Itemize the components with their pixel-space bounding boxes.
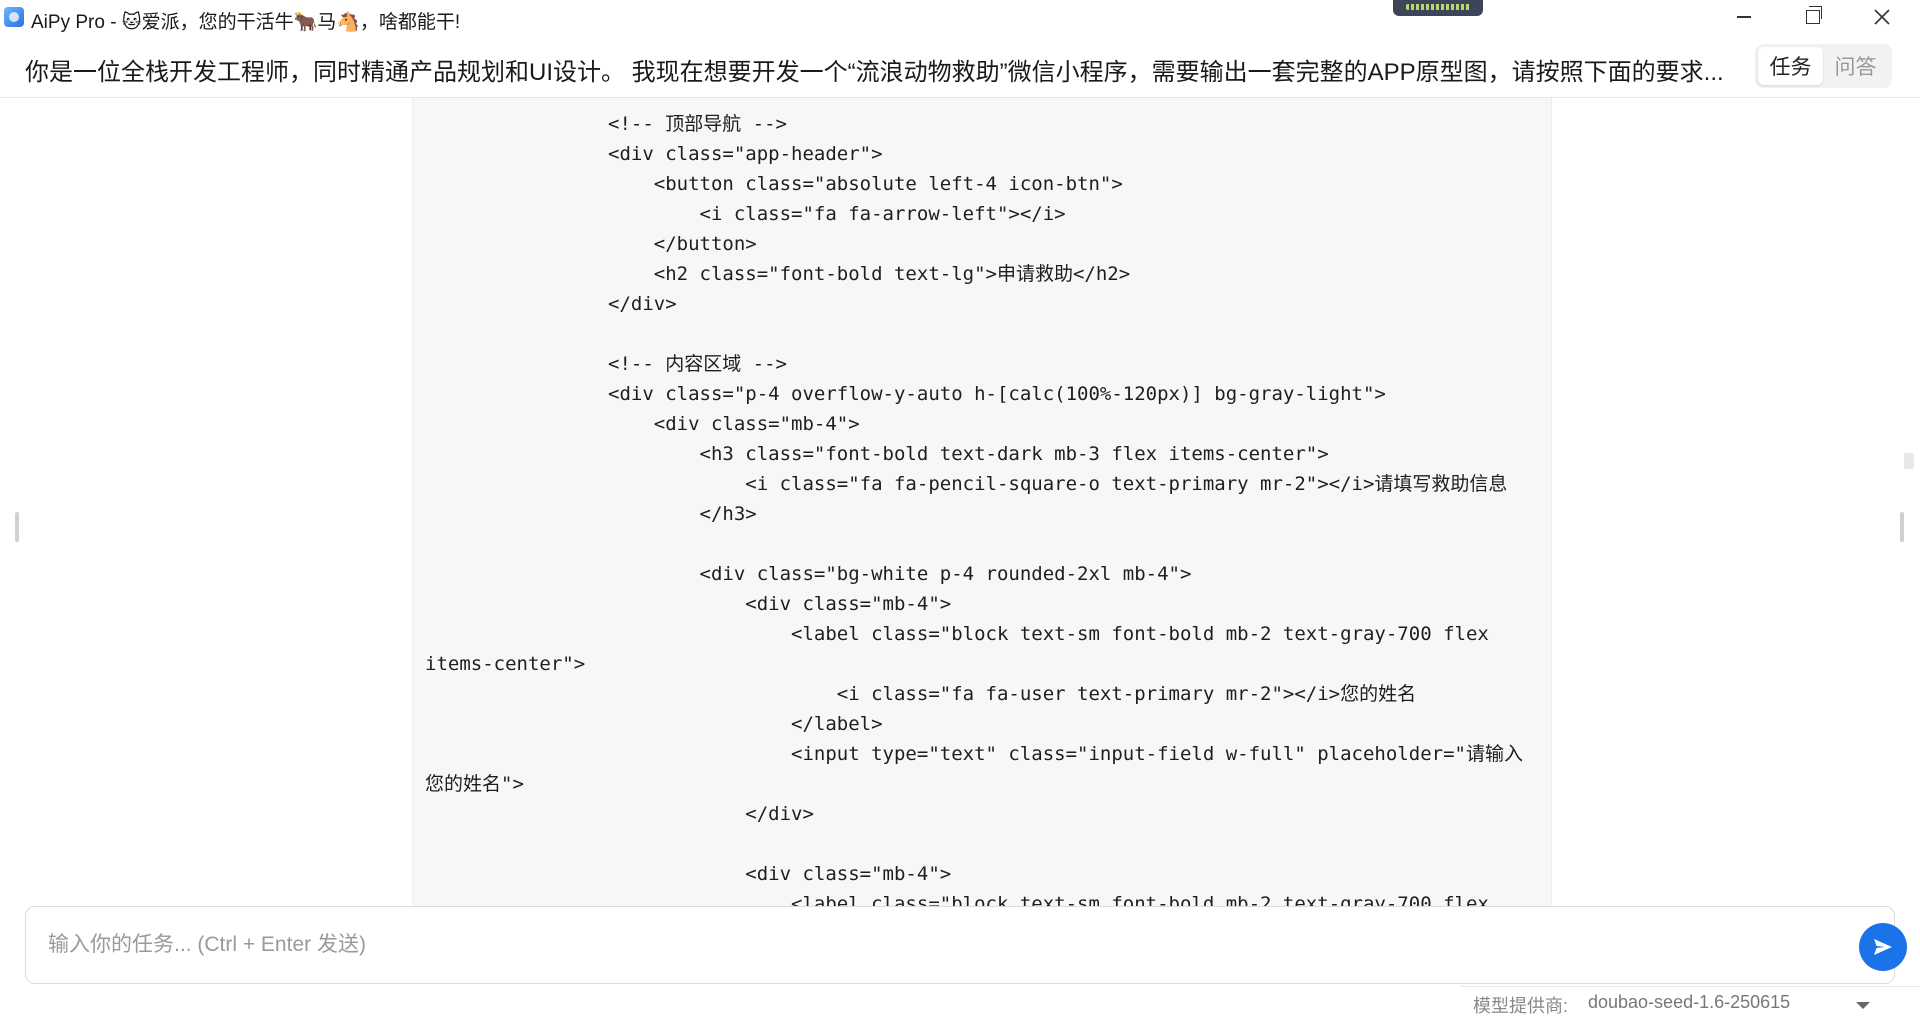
status-notch-indicator <box>1406 4 1470 10</box>
code-block: <!-- 顶部导航 --> <div class="app-header"> <… <box>412 98 1552 906</box>
minimize-button[interactable] <box>1714 0 1774 34</box>
chevron-down-icon[interactable] <box>1856 1002 1870 1009</box>
provider-label: 模型提供商: <box>1473 996 1569 1016</box>
right-resize-handle[interactable] <box>1900 512 1904 542</box>
restore-icon <box>1806 6 1822 24</box>
footer-divider <box>1460 986 1920 987</box>
title-bar: AiPy Pro - 🐱爱派，您的干活牛🐂马🐴，啥都能干! <box>0 0 1920 34</box>
footer: 模型提供商: doubao-seed-1.6-250615 <box>0 986 1920 1020</box>
window-title: AiPy Pro - 🐱爱派，您的干活牛🐂马🐴，啥都能干! <box>31 12 461 33</box>
tab-qa[interactable]: 问答 <box>1823 47 1888 85</box>
restore-button[interactable] <box>1783 0 1843 34</box>
close-button[interactable] <box>1852 0 1912 34</box>
close-icon <box>1874 9 1890 25</box>
send-icon <box>1874 939 1892 955</box>
minimize-icon <box>1737 16 1751 18</box>
scrollbar-thumb[interactable] <box>1904 453 1914 469</box>
code-content: <!-- 顶部导航 --> <div class="app-header"> <… <box>425 113 1523 906</box>
status-notch <box>1393 0 1483 16</box>
send-button[interactable] <box>1859 923 1907 971</box>
left-resize-handle[interactable] <box>15 512 19 542</box>
task-header: 你是一位全栈开发工程师，同时精通产品规划和UI设计。 我现在想要开发一个“流浪动… <box>0 34 1920 98</box>
tab-task[interactable]: 任务 <box>1758 47 1823 85</box>
task-prompt-text[interactable]: 你是一位全栈开发工程师，同时精通产品规划和UI设计。 我现在想要开发一个“流浪动… <box>25 52 1735 87</box>
task-input[interactable] <box>48 929 1828 961</box>
mode-switch: 任务 问答 <box>1755 44 1892 88</box>
task-input-box <box>25 906 1907 984</box>
app-logo <box>4 7 24 27</box>
provider-select[interactable]: doubao-seed-1.6-250615 <box>1588 992 1790 1013</box>
conversation-area[interactable]: <!-- 顶部导航 --> <div class="app-header"> <… <box>0 98 1920 906</box>
